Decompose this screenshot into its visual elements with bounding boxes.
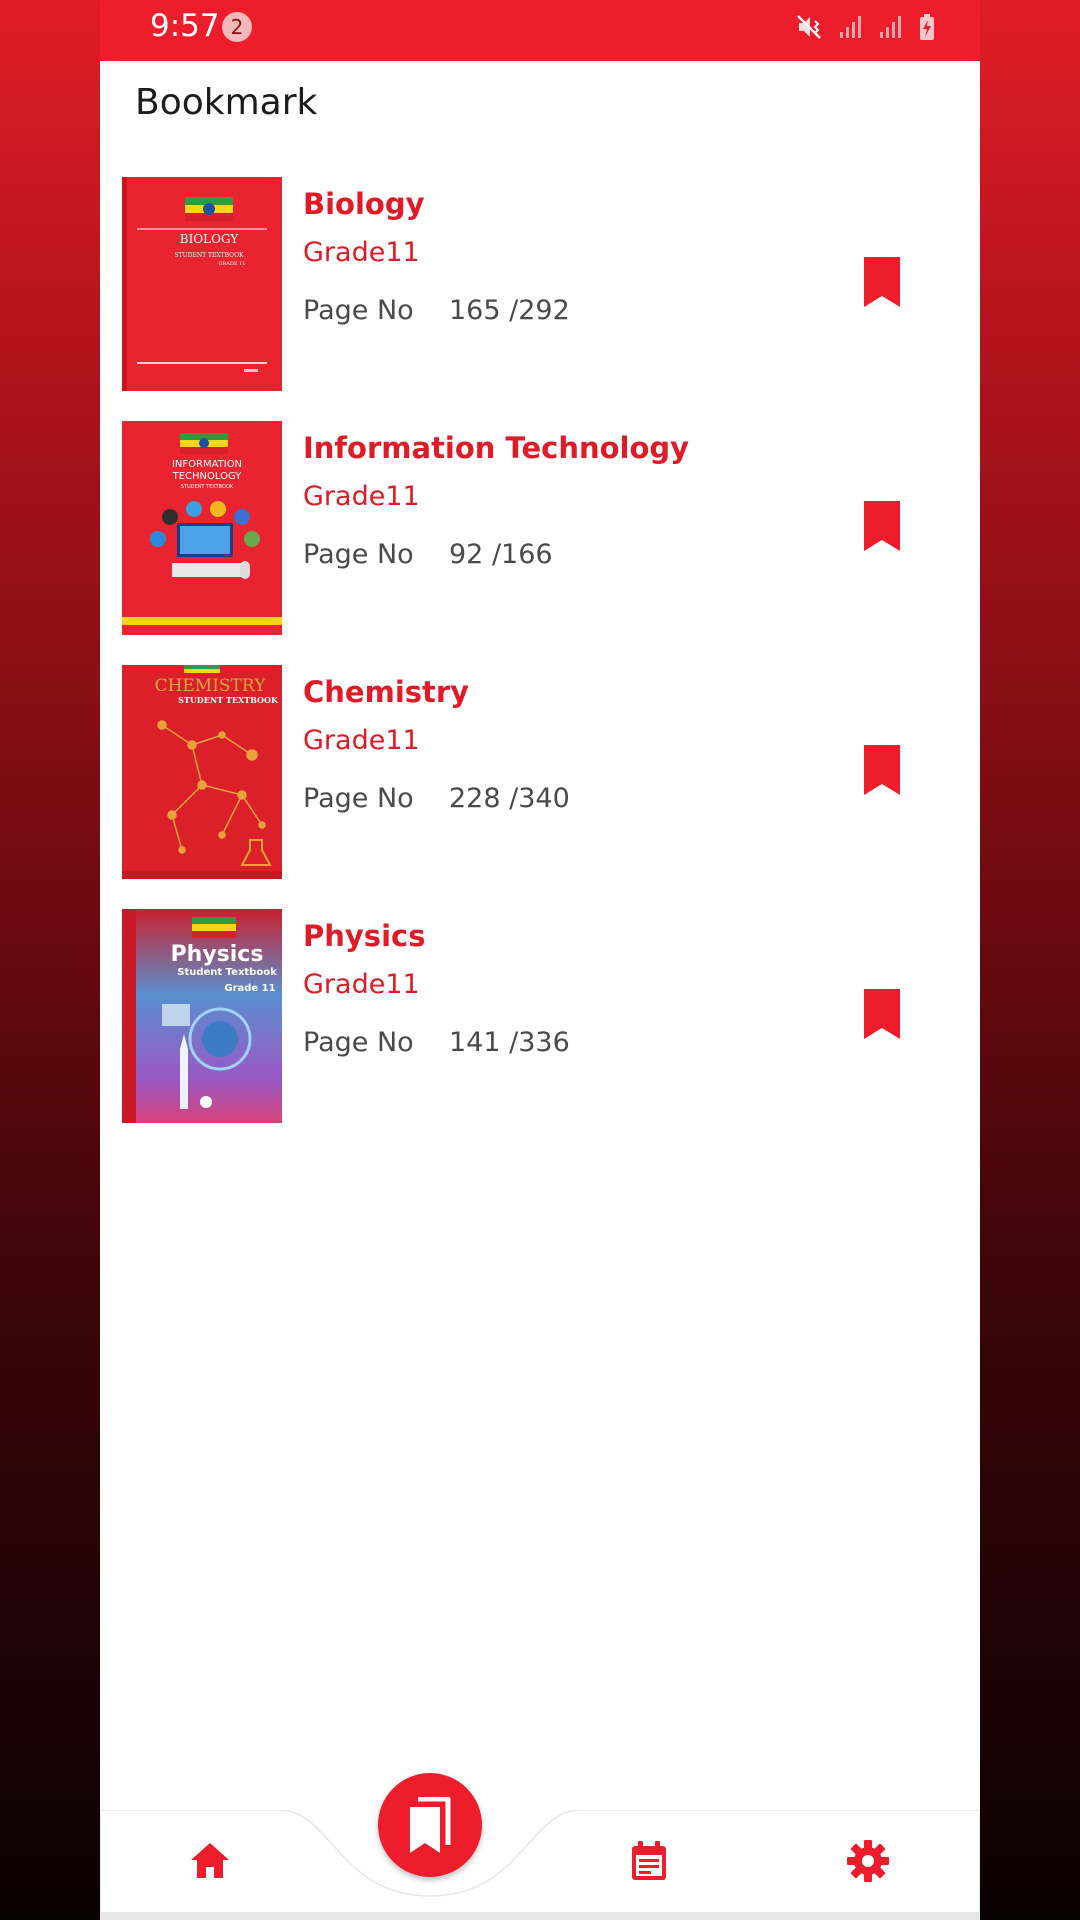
cover-title-text: CHEMISTRY	[155, 676, 267, 696]
calendar-icon[interactable]	[626, 1838, 672, 1884]
physics-cover-image: Physics Student Textbook Grade 11	[122, 909, 282, 1123]
cover-subtitle-text: STUDENT TEXTBOOK	[181, 484, 234, 490]
bookmark-icon[interactable]	[862, 745, 902, 795]
page-number-label: Page No	[303, 1027, 414, 1058]
cover-title-text: BIOLOGY	[180, 232, 240, 246]
bookmark-item[interactable]: Physics Student Textbook Grade 11 Physic…	[100, 909, 980, 1125]
page-number-value: 141 /336	[449, 1027, 570, 1058]
mute-vibrate-icon	[797, 15, 821, 39]
cover-title-text: INFORMATION	[172, 459, 242, 470]
page-title: Bookmark	[135, 82, 318, 123]
cover-subtitle-text: Student Textbook	[177, 967, 277, 978]
bookmark-item[interactable]: INFORMATION TECHNOLOGY STUDENT TEXTBOOK …	[100, 421, 980, 637]
book-grade: Grade11	[303, 237, 420, 268]
cover-title-text: TECHNOLOGY	[172, 471, 243, 482]
cover-subtitle-text: STUDENT TEXTBOOK	[174, 252, 244, 259]
cover-subtitle-text: STUDENT TEXTBOOK	[178, 695, 279, 705]
book-grade: Grade11	[303, 969, 420, 1000]
notification-badge: 2	[222, 12, 252, 42]
cover-grade-text: Grade 11	[224, 983, 275, 994]
status-icons	[796, 12, 936, 42]
bookmarks-fab-button[interactable]	[378, 1773, 482, 1877]
page-number-label: Page No	[303, 295, 414, 326]
bookmark-icon[interactable]	[862, 257, 902, 307]
book-title: Biology	[303, 187, 425, 221]
book-title: Chemistry	[303, 675, 470, 709]
signal-icon	[840, 16, 861, 38]
battery-charging-icon	[920, 14, 934, 40]
page-number-label: Page No	[303, 539, 414, 570]
book-title: Physics	[303, 919, 426, 953]
chemistry-cover-image: CHEMISTRY STUDENT TEXTBOOK	[122, 665, 282, 879]
status-bar: 9:57 2	[100, 0, 980, 61]
status-time: 9:57	[150, 8, 220, 44]
cover-title-text: Physics	[171, 942, 264, 967]
bookmark-item[interactable]: CHEMISTRY STUDENT TEXTBOOK Chemistry Gra…	[100, 665, 980, 881]
bookmark-icon	[410, 1797, 451, 1853]
cover-grade-text: GRADE 11	[219, 261, 246, 267]
bookmark-item[interactable]: BIOLOGY STUDENT TEXTBOOK GRADE 11 Biolog…	[100, 177, 980, 393]
system-navigation-strip	[100, 1912, 980, 1920]
book-title: Information Technology	[303, 431, 690, 465]
home-icon[interactable]	[187, 1838, 233, 1884]
bookmark-icon[interactable]	[862, 989, 902, 1039]
book-grade: Grade11	[303, 481, 420, 512]
it-cover-image: INFORMATION TECHNOLOGY STUDENT TEXTBOOK	[122, 421, 282, 635]
settings-icon[interactable]	[845, 1838, 891, 1884]
signal-icon	[880, 16, 901, 38]
biology-cover-image: BIOLOGY STUDENT TEXTBOOK GRADE 11	[122, 177, 282, 391]
book-grade: Grade11	[303, 725, 420, 756]
app-screen: 9:57 2 Bookmark BIOLOGY STUDENT TEXTBOOK…	[100, 0, 980, 1920]
page-number-value: 228 /340	[449, 783, 570, 814]
bookmark-icon[interactable]	[862, 501, 902, 551]
page-number-value: 92 /166	[449, 539, 553, 570]
page-number-value: 165 /292	[449, 295, 570, 326]
page-number-label: Page No	[303, 783, 414, 814]
